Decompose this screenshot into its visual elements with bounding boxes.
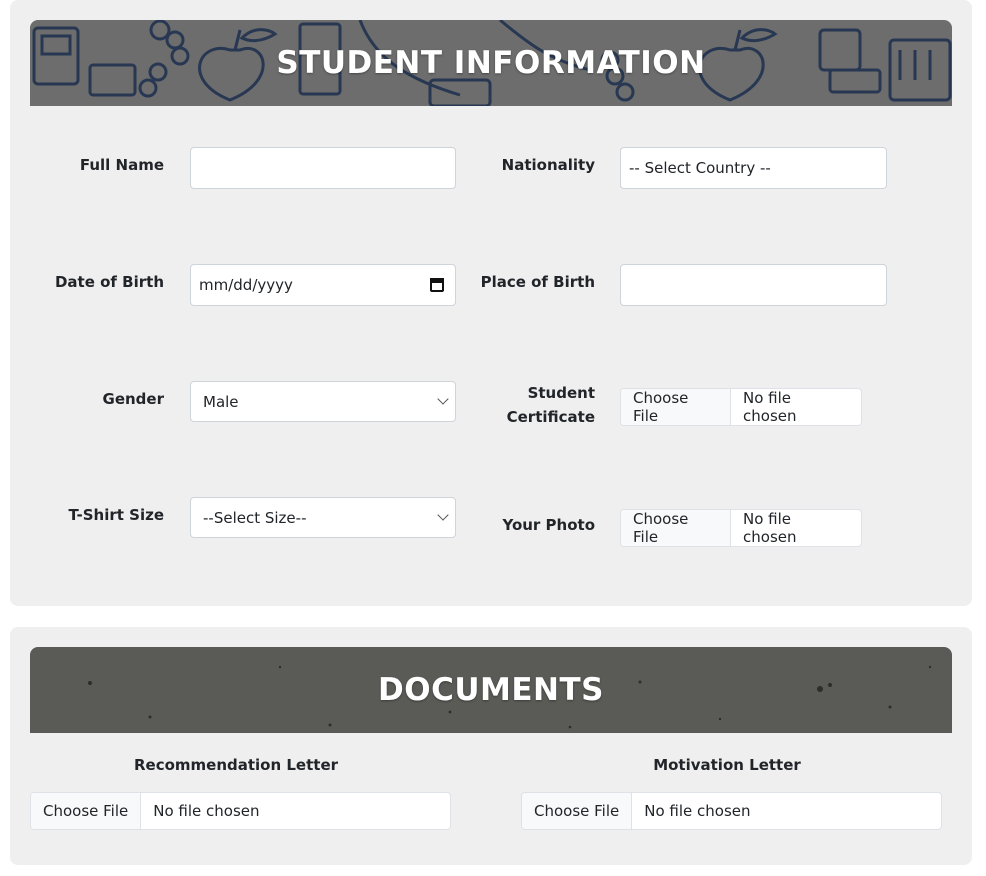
tshirt-size-select[interactable]: --Select Size-- — [190, 497, 456, 538]
tshirt-size-select-value: --Select Size-- — [203, 508, 307, 527]
full-name-input[interactable] — [190, 147, 456, 189]
dob-placeholder: mm/dd/yyyy — [199, 276, 293, 294]
documents-card: DOCUMENTS Recommendation Letter Choose F… — [10, 627, 972, 865]
full-name-label: Full Name — [79, 156, 164, 174]
student-information-banner: STUDENT INFORMATION — [30, 20, 952, 106]
place-of-birth-label: Place of Birth — [480, 273, 595, 291]
choose-file-button[interactable]: Choose File — [31, 793, 142, 829]
choose-file-button[interactable]: Choose File — [621, 510, 732, 546]
documents-banner: DOCUMENTS — [30, 647, 952, 733]
place-of-birth-input[interactable] — [620, 264, 887, 306]
gender-label: Gender — [102, 390, 164, 408]
student-certificate-label: Student Certificate — [480, 381, 595, 429]
dob-label: Date of Birth — [54, 273, 164, 291]
recommendation-letter-file-input[interactable]: Choose File No file chosen — [30, 792, 451, 830]
page-title: STUDENT INFORMATION — [276, 45, 706, 81]
your-photo-file-input[interactable]: Choose File No file chosen — [620, 509, 862, 547]
choose-file-button[interactable]: Choose File — [522, 793, 633, 829]
recommendation-letter-label: Recommendation Letter — [133, 756, 339, 774]
file-status: No file chosen — [743, 389, 797, 425]
file-status: No file chosen — [743, 510, 797, 546]
gender-select[interactable]: Male — [190, 381, 456, 422]
choose-file-button[interactable]: Choose File — [621, 389, 732, 425]
nationality-select-value: -- Select Country -- — [629, 159, 771, 177]
chevron-down-icon — [437, 393, 449, 405]
tshirt-size-label: T-Shirt Size — [68, 506, 164, 524]
motivation-letter-label: Motivation Letter — [653, 756, 801, 774]
your-photo-label: Your Photo — [502, 516, 595, 534]
student-certificate-label-line2: Certificate — [506, 408, 595, 426]
student-certificate-file-input[interactable]: Choose File No file chosen — [620, 388, 862, 426]
motivation-letter-file-input[interactable]: Choose File No file chosen — [521, 792, 942, 830]
nationality-label: Nationality — [501, 156, 595, 174]
documents-title: DOCUMENTS — [378, 672, 604, 708]
gender-select-value: Male — [203, 392, 239, 411]
student-certificate-label-line1: Student — [527, 384, 595, 402]
calendar-icon[interactable] — [430, 278, 444, 292]
student-information-card: STUDENT INFORMATION Full Name Nationalit… — [10, 0, 972, 606]
file-status: No file chosen — [644, 802, 751, 820]
nationality-select[interactable]: -- Select Country -- — [620, 147, 887, 189]
chevron-down-icon — [437, 509, 449, 521]
dob-input[interactable]: mm/dd/yyyy — [190, 264, 456, 306]
file-status: No file chosen — [153, 802, 260, 820]
